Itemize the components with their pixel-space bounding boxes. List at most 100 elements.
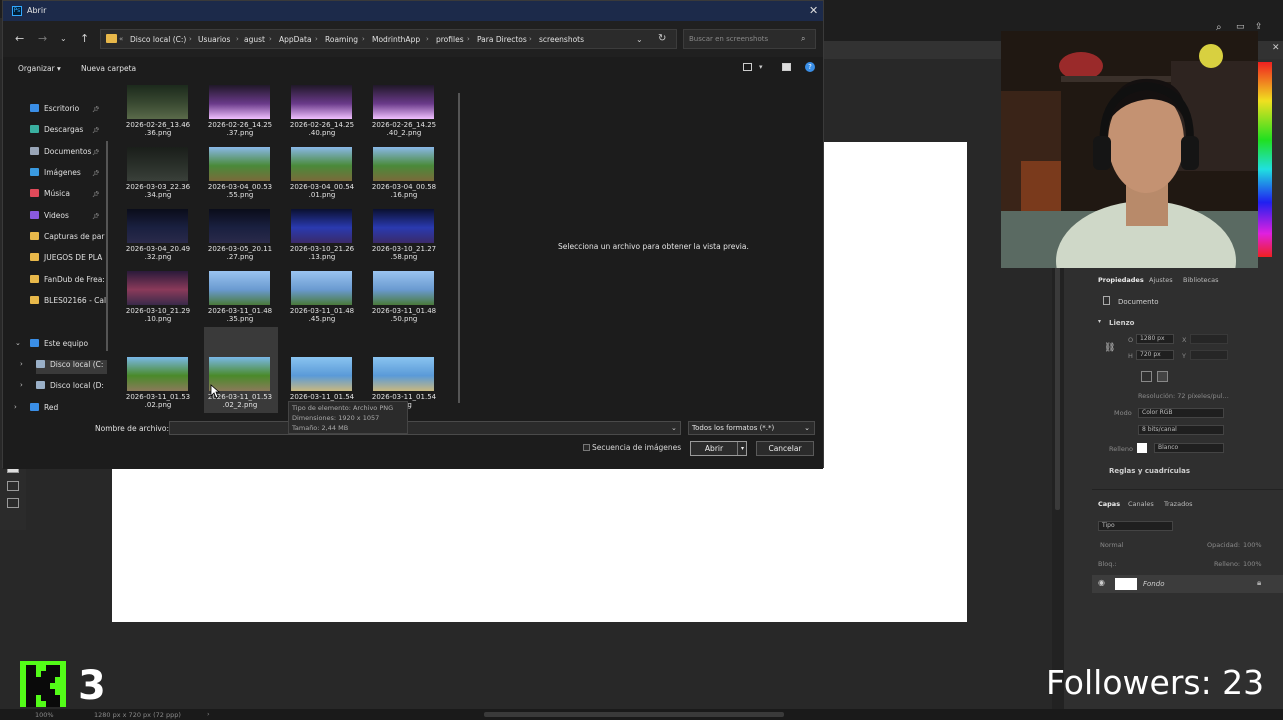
- sidebar-item[interactable]: Escritorio: [30, 104, 112, 118]
- filename-input[interactable]: [169, 421, 681, 435]
- tab-libraries[interactable]: Bibliotecas: [1183, 276, 1218, 284]
- image-sequence-label[interactable]: Secuencia de imágenes: [592, 443, 681, 452]
- close-panel-icon[interactable]: ✕: [1272, 43, 1280, 53]
- file-item[interactable]: 2026-03-11_01.48 .50.png: [364, 267, 436, 327]
- chevron-right-icon[interactable]: ›: [14, 403, 17, 411]
- open-button[interactable]: Abrir ▾: [690, 441, 747, 456]
- mode-select[interactable]: Color RGB: [1138, 408, 1224, 418]
- fill-value-layers[interactable]: 100%: [1243, 560, 1262, 568]
- fill-select[interactable]: Blanco: [1154, 443, 1224, 453]
- y-field[interactable]: [1190, 350, 1228, 360]
- help-icon[interactable]: ?: [805, 62, 815, 72]
- file-item[interactable]: 2026-02-26_13.46 .36.png: [118, 81, 190, 141]
- open-dropdown-icon[interactable]: ▾: [737, 442, 747, 455]
- file-item[interactable]: 2026-03-10_21.27 .58.png: [364, 205, 436, 265]
- address-dropdown-icon[interactable]: ⌄: [636, 35, 643, 44]
- breadcrumb-item[interactable]: profiles: [436, 35, 464, 44]
- file-item[interactable]: 2026-02-26_14.25 .40_2.png: [364, 81, 436, 141]
- view-options-icon[interactable]: [743, 63, 752, 71]
- file-item[interactable]: 2026-03-11_01.53 .02.png: [118, 353, 190, 413]
- sidebar-item[interactable]: FanDub de Frea:: [30, 275, 112, 289]
- landscape-icon[interactable]: [1157, 371, 1168, 382]
- organize-button[interactable]: Organizar ▾: [18, 64, 61, 73]
- image-sequence-checkbox[interactable]: [583, 444, 590, 451]
- cancel-button[interactable]: Cancelar: [756, 441, 814, 456]
- pin-icon[interactable]: 📌︎: [92, 106, 100, 113]
- canvas-section-title[interactable]: Lienzo: [1109, 319, 1134, 327]
- fill-swatch[interactable]: [1137, 443, 1147, 453]
- search-icon[interactable]: ⌕: [801, 34, 805, 44]
- breadcrumb-item[interactable]: Roaming: [325, 35, 358, 44]
- new-folder-button[interactable]: Nueva carpeta: [81, 64, 136, 73]
- file-item[interactable]: 2026-03-04_00.58 .16.png: [364, 143, 436, 203]
- file-item[interactable]: 2026-03-10_21.29 .10.png: [118, 267, 190, 327]
- file-item[interactable]: 2026-03-05_20.11 .27.png: [200, 205, 272, 265]
- breadcrumb-item[interactable]: screenshots: [539, 35, 584, 44]
- file-item[interactable]: 2026-03-04_20.49 .32.png: [118, 205, 190, 265]
- x-field[interactable]: [1190, 334, 1228, 344]
- file-item[interactable]: 2026-03-04_00.54 .01.png: [282, 143, 354, 203]
- horizontal-scrollbar-thumb[interactable]: [484, 712, 784, 717]
- back-arrow-icon[interactable]: ←: [15, 32, 24, 45]
- tree-item[interactable]: Disco local (C:: [36, 360, 107, 374]
- refresh-icon[interactable]: ↻: [658, 33, 666, 44]
- chevron-down-icon[interactable]: ▾: [1098, 318, 1101, 325]
- width-field[interactable]: 1280 px: [1136, 334, 1174, 344]
- blend-mode-select[interactable]: Normal: [1100, 541, 1124, 549]
- pin-icon[interactable]: 📌︎: [92, 170, 100, 177]
- sidebar-item[interactable]: Música: [30, 189, 112, 203]
- color-picker-strip[interactable]: [1258, 62, 1272, 257]
- sidebar-item[interactable]: BLES02166 - Cal: [30, 296, 112, 310]
- sidebar-item[interactable]: Videos: [30, 211, 112, 225]
- breadcrumb-item[interactable]: Para Directos: [477, 35, 527, 44]
- opacity-value[interactable]: 100%: [1243, 541, 1262, 549]
- pin-icon[interactable]: 📌︎: [92, 149, 100, 156]
- tab-adjustments[interactable]: Ajustes: [1149, 276, 1173, 284]
- sidebar-item[interactable]: Documentos: [30, 147, 112, 161]
- breadcrumb-item[interactable]: agust: [244, 35, 265, 44]
- up-arrow-icon[interactable]: ↑: [80, 32, 89, 45]
- chevron-down-icon[interactable]: ⌄: [15, 339, 21, 347]
- file-type-select[interactable]: Todos los formatos (*.*) ⌄: [688, 421, 815, 435]
- file-item[interactable]: 2026-03-03_22.36 .34.png: [118, 143, 190, 203]
- depth-select[interactable]: 8 bits/canal: [1138, 425, 1224, 435]
- sidebar-item[interactable]: Descargas: [30, 125, 112, 139]
- link-icon[interactable]: ⛓: [1104, 343, 1115, 353]
- rules-section-title[interactable]: Reglas y cuadrículas: [1109, 467, 1190, 475]
- pin-icon[interactable]: 📌︎: [92, 191, 100, 198]
- sidebar-item[interactable]: Imágenes: [30, 168, 112, 182]
- breadcrumb-item[interactable]: Usuarios: [198, 35, 230, 44]
- file-item[interactable]: 2026-02-26_14.25 .37.png: [200, 81, 272, 141]
- file-item[interactable]: 2026-03-04_00.53 .55.png: [200, 143, 272, 203]
- file-item[interactable]: 2026-03-11_01.48 .45.png: [282, 267, 354, 327]
- preview-pane-icon[interactable]: [782, 63, 791, 71]
- quick-mask-icon[interactable]: [7, 481, 19, 491]
- chevron-right-icon[interactable]: ›: [20, 360, 23, 368]
- breadcrumb-item[interactable]: ModrinthApp: [372, 35, 420, 44]
- chevron-down-icon[interactable]: ⌄: [671, 424, 677, 432]
- height-field[interactable]: 720 px: [1136, 350, 1174, 360]
- layer-name[interactable]: Fondo: [1143, 580, 1164, 588]
- status-arrow-icon[interactable]: ›: [207, 710, 210, 718]
- tree-item[interactable]: Este equipo: [30, 339, 105, 353]
- tab-layers[interactable]: Capas: [1098, 500, 1120, 508]
- chevron-right-icon[interactable]: ›: [20, 381, 23, 389]
- tree-item[interactable]: Disco local (D:: [36, 381, 111, 395]
- layer-filter-input[interactable]: Tipo: [1098, 521, 1173, 531]
- chevron-down-icon[interactable]: ⌄: [60, 34, 67, 43]
- dialog-title-bar[interactable]: [3, 1, 823, 21]
- chevron-down-icon[interactable]: ▾: [759, 63, 763, 71]
- file-item[interactable]: 2026-03-10_21.26 .13.png: [282, 205, 354, 265]
- pin-icon[interactable]: 📌︎: [92, 213, 100, 220]
- forward-arrow-icon[interactable]: →: [38, 32, 47, 45]
- layer-row[interactable]: ◉ Fondo 🔒︎: [1092, 575, 1283, 593]
- file-item[interactable]: 2026-03-11_01.48 .35.png: [200, 267, 272, 327]
- close-icon[interactable]: ✕: [809, 4, 818, 17]
- tab-properties[interactable]: Propiedades: [1098, 276, 1144, 284]
- pin-icon[interactable]: 📌︎: [92, 127, 100, 134]
- navigation-scrollbar[interactable]: [106, 141, 108, 351]
- file-list-scrollbar[interactable]: [458, 93, 460, 403]
- file-item[interactable]: 2026-02-26_14.25 .40.png: [282, 81, 354, 141]
- sidebar-item[interactable]: Capturas de par: [30, 232, 112, 246]
- sidebar-item[interactable]: JUEGOS DE PLA: [30, 253, 112, 267]
